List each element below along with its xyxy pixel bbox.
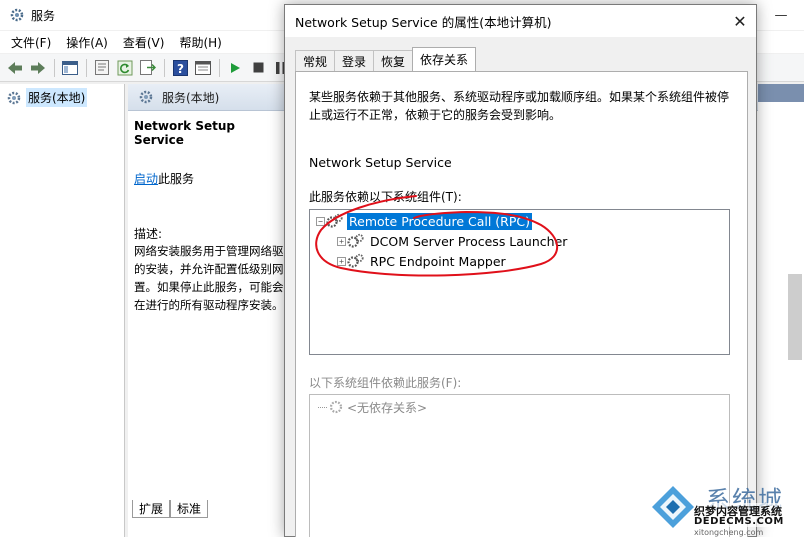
description-label: 描述: [134,227,163,241]
start-service-link[interactable]: 启动 [134,172,158,186]
tree-node-label: 服务(本地) [26,88,88,107]
show-hide-pane-icon[interactable] [192,57,214,79]
watermark: 系统城 织梦内容管理系统 DEDECMS.COM xitongcheng.com [648,478,804,537]
tab-general[interactable]: 常规 [295,50,336,71]
expand-icon[interactable]: + [337,256,346,266]
dependencies-intro: 某些服务依赖于其他服务、系统驱动程序或加载顺序组。如果某个系统组件被停止或运行不… [309,90,730,122]
services-gear-icon [10,8,24,22]
close-icon[interactable]: ✕ [724,5,756,37]
services-gear-icon [139,90,153,104]
start-service-row: 启动此服务 [134,170,286,187]
tab-logon[interactable]: 登录 [334,50,375,71]
tab-dependencies[interactable]: 依存关系 [412,47,477,71]
depends-on-tree[interactable]: − Remote Procedure Call (RPC) + DCOM Ser… [309,209,730,355]
start-service-suffix: 此服务 [158,172,195,186]
properties-dialog: Network Setup Service 的属性(本地计算机) ✕ 常规 登录… [284,4,757,537]
console-tree-icon[interactable] [59,57,81,79]
dialog-tabs: 常规 登录 恢复 依存关系 [295,47,477,71]
tab-recovery[interactable]: 恢复 [373,50,414,71]
toolbar-separator [219,58,220,77]
console-tree: 服务(本地) [0,84,125,537]
watermark-domain: DEDECMS.COM [694,516,784,527]
help-icon[interactable]: ? [169,57,191,79]
no-dependents-text: <无依存关系> [347,400,428,415]
service-gears-icon [326,213,343,228]
view-tabs: 扩展 标准 [132,500,209,518]
menu-action[interactable]: 操作(A) [66,34,108,51]
scrollbar-thumb[interactable] [788,274,802,360]
expand-icon[interactable]: + [337,236,346,246]
dialog-title: Network Setup Service 的属性(本地计算机) [295,14,552,30]
tree-row-dcom[interactable]: + DCOM Server Process Launcher [337,231,569,251]
menu-view[interactable]: 查看(V) [123,34,165,51]
start-service-icon[interactable] [224,57,246,79]
export-list-icon[interactable] [137,57,159,79]
tree-node-services-local[interactable]: 服务(本地) [0,84,124,107]
back-arrow-icon[interactable] [4,57,26,79]
menu-help[interactable]: 帮助(H) [179,34,221,51]
services-list-edge [758,84,804,537]
watermark-url: xitongcheng.com [694,528,764,537]
service-gears-icon [347,233,364,248]
tree-row-none: <无依存关系> [318,397,427,417]
tab-standard[interactable]: 标准 [170,500,209,518]
toolbar-separator [86,58,87,77]
description-text: 网络安装服务用于管理网络驱 的安装，并允许配置低级别网 置。如果停止此服务，可能… [134,244,284,312]
watermark-logo-icon [652,486,694,528]
services-window-title: 服务 [31,8,56,23]
tree-item-label: Remote Procedure Call (RPC) [347,212,532,230]
collapse-icon[interactable]: − [316,216,325,226]
service-summary: Network Setup Service 启动此服务 描述: 网络安装服务用于… [134,119,286,314]
toolbar-separator [54,58,55,77]
svg-text:?: ? [177,62,184,76]
tree-item-label: RPC Endpoint Mapper [370,253,506,269]
tree-row-rpc[interactable]: − Remote Procedure Call (RPC) [316,211,532,231]
forward-arrow-icon[interactable] [27,57,49,79]
service-gears-icon [329,400,343,414]
tree-connector [318,406,327,408]
service-name: Network Setup Service [134,119,235,147]
service-display-name: Network Setup Service [309,155,452,170]
list-header-strip [758,84,804,102]
dependents-label: 以下系统组件依赖此服务(F): [309,376,462,390]
properties-sheet-icon[interactable] [91,57,113,79]
toolbar-separator [164,58,165,77]
minimize-button[interactable]: — [758,0,804,30]
service-gears-icon [347,253,364,268]
depends-on-label: 此服务依赖以下系统组件(T): [309,190,462,204]
stop-service-icon[interactable] [247,57,269,79]
tree-row-rpc-endpoint[interactable]: + RPC Endpoint Mapper [337,251,508,271]
menu-file[interactable]: 文件(F) [11,34,51,51]
panel-header-label: 服务(本地) [162,90,220,105]
services-gear-icon [7,91,21,104]
tab-extended[interactable]: 扩展 [132,500,171,518]
tree-item-label: DCOM Server Process Launcher [370,233,568,249]
dialog-titlebar: Network Setup Service 的属性(本地计算机) ✕ [285,5,756,37]
dependencies-page: 某些服务依赖于其他服务、系统驱动程序或加载顺序组。如果某个系统组件被停止或运行不… [295,71,748,537]
refresh-icon[interactable] [114,57,136,79]
